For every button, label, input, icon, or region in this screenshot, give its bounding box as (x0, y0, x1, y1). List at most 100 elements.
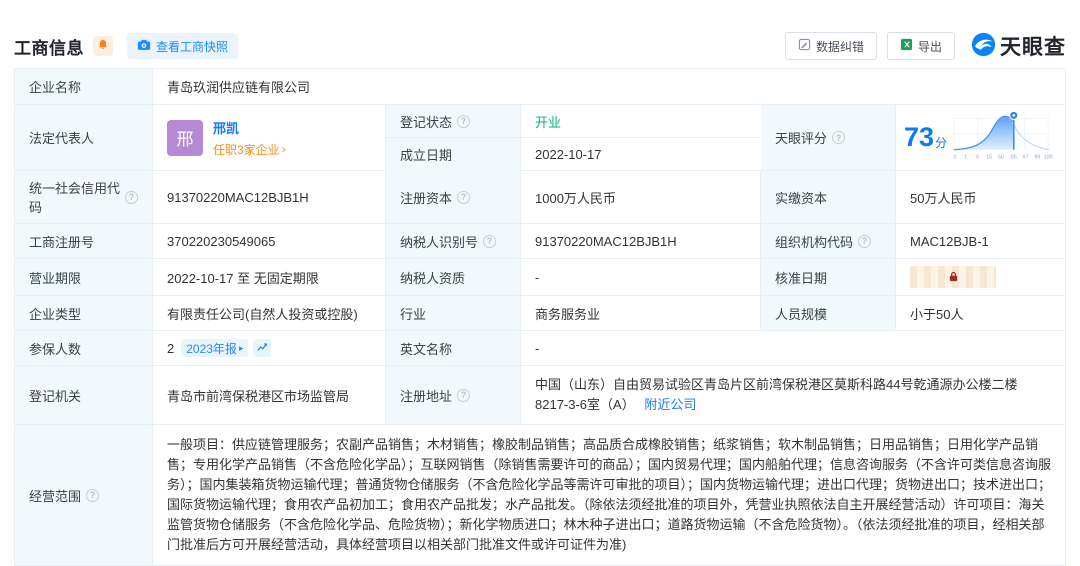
chevron-right-icon: › (282, 142, 286, 156)
taxpayer-id-label-text: 纳税人识别号 (400, 232, 478, 251)
help-icon[interactable]: ? (832, 131, 845, 144)
reg-capital-value: 1000万人民币 (521, 171, 761, 223)
svg-text:15: 15 (986, 155, 992, 161)
staff-size-value: 小于50人 (896, 296, 1065, 330)
score-distribution-chart: 0 1 5 15 50 85 97 99 100 (951, 108, 1054, 167)
reg-number-value: 370220230549065 (153, 224, 386, 258)
help-icon[interactable]: ? (125, 191, 138, 204)
taxpayer-id-label: 纳税人识别号 ? (386, 224, 521, 258)
score-label: 天眼评分 ? (761, 105, 896, 170)
table-row-company-name: 企业名称 青岛玖润供应链有限公司 (15, 69, 1065, 105)
svg-text:5: 5 (976, 155, 979, 161)
biz-term-label: 营业期限 (15, 259, 153, 295)
insured-value-cell: 2 2023年报 ▸ (153, 331, 386, 365)
reg-number-label: 工商注册号 (15, 224, 153, 258)
table-row-credit-code: 统一社会信用代码 ? 91370220MAC12BJB1H 注册资本 ? 100… (15, 171, 1065, 224)
monitor-bell-button[interactable] (93, 36, 113, 56)
business-info-table: 企业名称 青岛玖润供应链有限公司 法定代表人 邢 邢凯 任职3家企业 › (14, 68, 1066, 566)
business-scope-label-text: 经营范围 (29, 486, 81, 505)
section-title: 工商信息 (14, 34, 84, 59)
help-icon[interactable]: ? (457, 115, 470, 128)
lock-icon (948, 270, 959, 285)
table-row-reg-number: 工商注册号 370220230549065 纳税人识别号 ? 91370220M… (15, 224, 1065, 259)
address-text: 中国（山东）自由贸易试验区青岛片区前湾保税港区莫斯科路44号乾通源办公楼二楼 8… (535, 377, 1017, 412)
biz-term-value: 2022-10-17 至 无固定期限 (153, 259, 386, 295)
legal-rep-name-link[interactable]: 邢凯 (213, 118, 286, 137)
insured-trend-button[interactable] (253, 339, 271, 357)
caret-right-icon: ▸ (239, 343, 244, 354)
taxpayer-quality-label: 纳税人资质 (386, 259, 521, 295)
reg-authority-value: 青岛市前湾保税港区市场监管局 (153, 366, 386, 424)
paid-capital-label: 实缴资本 (761, 171, 896, 223)
svg-text:50: 50 (998, 155, 1004, 161)
paid-capital-value: 50万人民币 (896, 171, 1065, 223)
nearby-companies-link[interactable]: 附近公司 (644, 397, 696, 412)
view-snapshot-button[interactable]: 查看工商快照 (127, 33, 238, 59)
help-icon[interactable]: ? (483, 235, 496, 248)
table-row-company-type: 企业类型 有限责任公司(自然人投资或控股) 行业 商务服务业 人员规模 小于50… (15, 296, 1065, 331)
correction-icon (798, 38, 811, 54)
export-label: 导出 (918, 38, 942, 55)
tianyancha-logo[interactable]: 天眼查 (971, 31, 1066, 61)
english-name-value: - (521, 331, 1065, 365)
svg-text:97: 97 (1023, 155, 1029, 161)
score-number: 73 (904, 124, 934, 151)
address-label-text: 注册地址 (400, 386, 452, 405)
uscc-label-text: 统一社会信用代码 (29, 178, 120, 216)
tianyancha-logo-icon (971, 32, 996, 60)
trend-chart-icon (256, 341, 268, 356)
staff-size-label: 人员规模 (761, 296, 896, 330)
tianyancha-logo-text: 天眼查 (1000, 31, 1066, 61)
company-name-label: 企业名称 (15, 69, 153, 104)
help-icon[interactable]: ? (457, 389, 470, 402)
english-name-label: 英文名称 (386, 331, 521, 365)
locked-value-overlay[interactable] (910, 266, 996, 288)
address-label: 注册地址 ? (386, 366, 521, 424)
table-row-business-scope: 经营范围 ? 一般项目：供应链管理服务；农副产品销售；木材销售；橡胶制品销售；高… (15, 425, 1065, 565)
est-date-label: 成立日期 (386, 138, 521, 171)
table-row-legal-rep: 法定代表人 邢 邢凯 任职3家企业 › 登记状态 (15, 105, 1065, 171)
taxpayer-id-value: 91370220MAC12BJB1H (521, 224, 761, 258)
svg-text:99: 99 (1034, 155, 1040, 161)
industry-value: 商务服务业 (521, 296, 761, 330)
score-unit: 分 (935, 134, 947, 151)
reg-status-value: 开业 (521, 105, 761, 137)
org-code-label: 组织机构代码 ? (761, 224, 896, 258)
annual-report-badge[interactable]: 2023年报 ▸ (181, 339, 248, 357)
uscc-label: 统一社会信用代码 ? (15, 171, 153, 223)
camera-icon (137, 38, 151, 55)
table-row-reg-authority: 登记机关 青岛市前湾保税港区市场监管局 注册地址 ? 中国（山东）自由贸易试验区… (15, 366, 1065, 425)
business-scope-label: 经营范围 ? (15, 425, 153, 565)
est-date-value: 2022-10-17 (521, 138, 761, 171)
approval-date-label: 核准日期 (761, 259, 896, 295)
score-value-cell[interactable]: 73 分 (896, 105, 1065, 170)
annual-report-badge-text: 2023年报 (186, 340, 237, 357)
legal-rep-avatar[interactable]: 邢 (167, 120, 203, 156)
export-button[interactable]: 导出 (887, 32, 955, 60)
insured-count: 2 (167, 341, 174, 356)
reg-capital-label: 注册资本 ? (386, 171, 521, 223)
uscc-value: 91370220MAC12BJB1H (153, 171, 386, 223)
table-row-biz-term: 营业期限 2022-10-17 至 无固定期限 纳税人资质 - 核准日期 (15, 259, 1065, 296)
excel-icon (900, 38, 913, 54)
reg-capital-label-text: 注册资本 (400, 188, 452, 207)
data-correction-label: 数据纠错 (816, 38, 864, 55)
insured-label: 参保人数 (15, 331, 153, 365)
legal-rep-positions-link[interactable]: 任职3家企业 › (213, 141, 286, 158)
org-code-label-text: 组织机构代码 (775, 232, 853, 251)
address-value: 中国（山东）自由贸易试验区青岛片区前湾保税港区莫斯科路44号乾通源办公楼二楼 8… (521, 366, 1065, 424)
taxpayer-quality-value: - (521, 259, 761, 295)
approval-date-value (896, 259, 1065, 295)
data-correction-button[interactable]: 数据纠错 (785, 32, 877, 60)
svg-text:85: 85 (1011, 155, 1017, 161)
panel-header: 工商信息 查看工商快照 数据纠错 (14, 30, 1066, 62)
svg-text:0: 0 (953, 155, 956, 161)
reg-authority-label: 登记机关 (15, 366, 153, 424)
business-scope-value: 一般项目：供应链管理服务；农副产品销售；木材销售；橡胶制品销售；高品质合成橡胶销… (153, 425, 1065, 565)
help-icon[interactable]: ? (858, 235, 871, 248)
company-type-label: 企业类型 (15, 296, 153, 330)
help-icon[interactable]: ? (457, 191, 470, 204)
org-code-value: MAC12BJB-1 (896, 224, 1065, 258)
company-type-value: 有限责任公司(自然人投资或控股) (153, 296, 386, 330)
help-icon[interactable]: ? (86, 489, 99, 502)
